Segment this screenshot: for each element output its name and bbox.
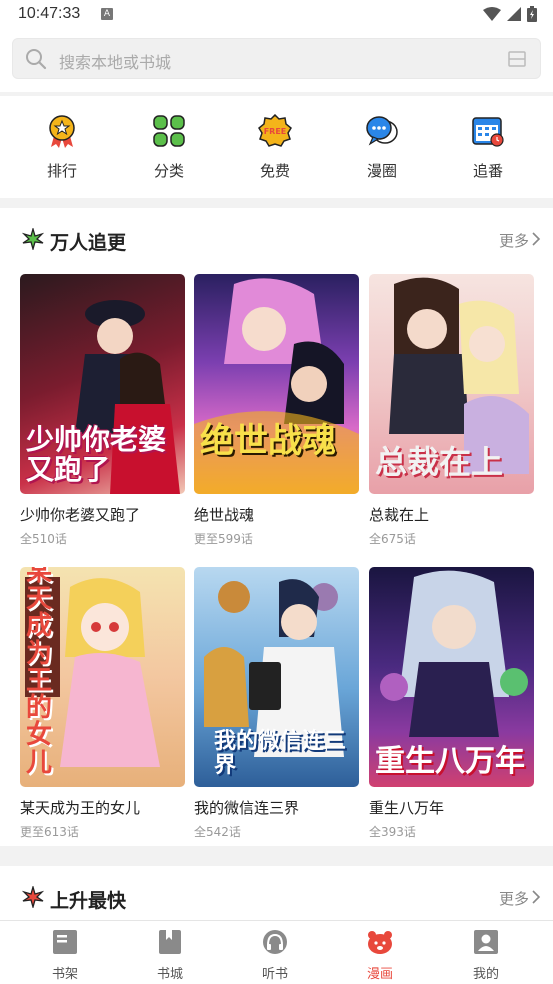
headphones-icon: [263, 930, 287, 954]
comic-cover[interactable]: 总裁在上: [369, 274, 534, 494]
quick-nav-label: 分类: [153, 162, 184, 180]
quick-nav-category[interactable]: 分类: [129, 114, 209, 181]
section-title: 万人追更: [50, 232, 127, 254]
comic-cover-title: 总裁在上: [375, 443, 504, 481]
comic-cover[interactable]: 少帅你老婆又跑了: [20, 274, 185, 494]
quick-nav-label: 追番: [472, 162, 503, 180]
quick-nav-schedule[interactable]: 追番: [448, 114, 528, 181]
comic-cover-title: 重生八万年: [375, 744, 525, 779]
comic-title: 总裁在上: [369, 506, 430, 524]
quick-nav: 排行 分类 FREE 免费 漫圈 追番: [0, 96, 553, 198]
profile-icon: [474, 930, 498, 954]
quick-nav-ranking[interactable]: 排行: [22, 114, 102, 181]
comic-card[interactable]: 某天成为王的女儿 某天成为王的女儿 更至613话: [20, 567, 185, 840]
status-time: 10:47:33: [18, 5, 81, 22]
comic-bear-icon: [368, 931, 392, 954]
comic-title: 重生八万年: [369, 799, 445, 817]
section-rising: 上升最快 更多: [0, 866, 553, 920]
comic-cover[interactable]: 重生八万年: [369, 567, 534, 787]
comic-title: 少帅你老婆又跑了: [20, 506, 141, 524]
tab-audiobook[interactable]: 听书: [240, 929, 310, 982]
more-link[interactable]: 更多: [499, 230, 529, 251]
tab-bookstore[interactable]: 书城: [135, 929, 205, 982]
quick-nav-circle[interactable]: 漫圈: [342, 114, 422, 181]
comic-card[interactable]: 重生八万年 重生八万年 全393话: [369, 567, 534, 840]
comic-chapter-count: 更至599话: [194, 532, 253, 546]
free-badge-icon: FREE: [258, 113, 292, 147]
comic-title: 我的微信连三界: [194, 799, 300, 817]
comic-chapter-count: 全675话: [369, 532, 416, 546]
tab-bookshelf[interactable]: 书架: [30, 929, 100, 982]
quick-nav-label: 排行: [46, 162, 77, 180]
quick-nav-label: 免费: [259, 162, 290, 180]
section-header: 万人追更 更多: [0, 208, 553, 272]
comic-title: 绝世战魂: [194, 506, 255, 524]
notification-icon: A: [101, 8, 113, 20]
status-bar: 10:47:33 A: [0, 0, 553, 30]
sparkle-icon: [22, 228, 44, 250]
comic-cover[interactable]: 某天成为王的女儿: [20, 567, 185, 787]
tab-comics[interactable]: 漫画: [345, 929, 415, 982]
comic-card[interactable]: 少帅你老婆又跑了 少帅你老婆又跑了 全510话: [20, 274, 185, 547]
ranking-medal-icon: [49, 115, 75, 148]
comic-cover-title: 绝世战魂: [200, 421, 336, 461]
scan-icon[interactable]: [508, 51, 526, 67]
comic-title: 某天成为王的女儿: [20, 799, 141, 817]
search-placeholder: 搜索本地或书城: [59, 53, 172, 72]
tab-profile[interactable]: 我的: [451, 929, 521, 982]
search-bar: 搜索本地或书城: [0, 30, 553, 92]
quick-nav-free[interactable]: FREE 免费: [235, 113, 315, 181]
comic-chapter-count: 更至613话: [20, 825, 79, 839]
battery-icon: [527, 6, 537, 22]
comic-cover-title: 少帅你老婆又跑了: [26, 423, 167, 486]
chevron-right-icon[interactable]: [531, 890, 541, 904]
comic-card[interactable]: 总裁在上 总裁在上 全675话: [369, 274, 534, 547]
bookstore-icon: [159, 930, 181, 954]
comic-chapter-count: 全510话: [20, 532, 67, 546]
comic-card[interactable]: 绝世战魂 绝世战魂 更至599话: [194, 274, 359, 547]
bookshelf-icon: [53, 930, 77, 954]
status-icons: [483, 6, 537, 22]
signal-icon: [507, 7, 521, 21]
tab-label: 我的: [472, 967, 499, 982]
comic-cover[interactable]: 绝世战魂: [194, 274, 359, 494]
category-grid-icon: [153, 115, 185, 147]
comic-cover-title: 某天成为王的女儿: [26, 567, 53, 778]
quick-nav-label: 漫圈: [366, 162, 397, 180]
comic-cover[interactable]: 我的微信连三界: [194, 567, 359, 787]
calendar-icon: [472, 117, 504, 147]
section-header: 上升最快 更多: [0, 866, 553, 920]
sparkle-icon: [22, 886, 44, 908]
comic-chapter-count: 全393话: [369, 825, 416, 839]
svg-text:FREE: FREE: [264, 127, 287, 136]
tab-label: 听书: [261, 967, 288, 982]
comic-cover-title: 我的微信连三界: [214, 727, 347, 778]
chevron-right-icon[interactable]: [531, 232, 541, 246]
more-link[interactable]: 更多: [499, 888, 529, 909]
section-title: 上升最快: [50, 890, 127, 912]
search-input[interactable]: 搜索本地或书城: [12, 38, 541, 79]
wifi-icon: [483, 7, 501, 21]
tab-label: 漫画: [366, 967, 393, 982]
comic-chapter-count: 全542话: [194, 825, 241, 839]
search-icon: [26, 49, 47, 70]
tab-label: 书城: [156, 967, 183, 982]
bottom-tab-bar: 书架 书城 听书 漫画 我的: [0, 920, 553, 984]
tab-label: 书架: [51, 967, 78, 982]
comic-card[interactable]: 我的微信连三界 我的微信连三界 全542话: [194, 567, 359, 840]
section-popular: 万人追更 更多 少帅你老婆又跑了 少帅你老婆又跑了 全510话 绝世战魂 绝世战…: [0, 208, 553, 846]
chat-bubble-icon: [366, 116, 398, 146]
